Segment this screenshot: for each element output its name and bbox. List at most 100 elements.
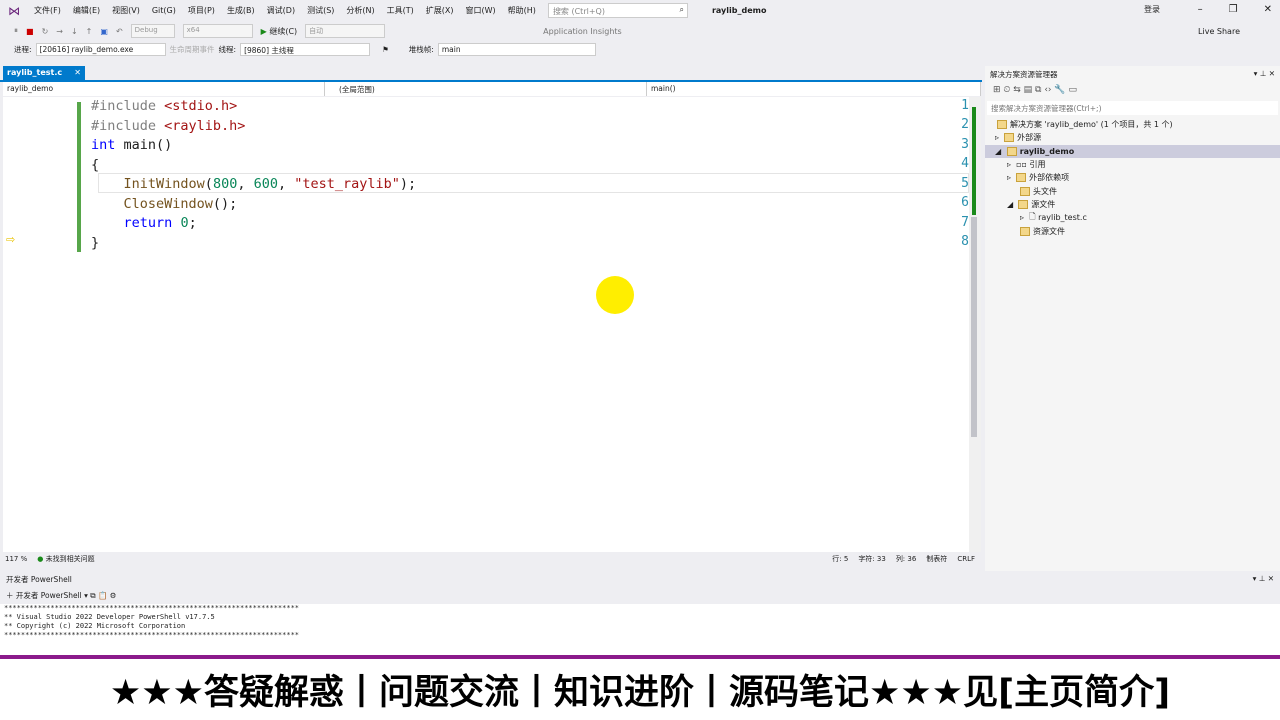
menu-project[interactable]: 项目(P) xyxy=(182,5,221,16)
step-into-icon[interactable]: ↓ xyxy=(71,27,78,36)
menu-test[interactable]: 测试(S) xyxy=(301,5,340,16)
c-file-icon: 🗋 xyxy=(1029,211,1039,221)
terminal-line: ****************************************… xyxy=(4,604,300,612)
change-indicator xyxy=(77,102,81,252)
settings-icon[interactable]: ⚙ xyxy=(110,591,117,600)
continue-button[interactable]: ▶ 继续(C) xyxy=(261,26,298,37)
code-line: #include <raylib.h> xyxy=(91,117,246,134)
menu-build[interactable]: 生成(B) xyxy=(221,5,261,16)
standard-toolbar: ⏸ ■ ↻ → ↓ ↑ ▣ ↶ Debug x64 ▶ 继续(C) 自动 App… xyxy=(0,22,1280,40)
stack-frame-dropdown[interactable]: main xyxy=(437,42,596,56)
project-icon xyxy=(1006,146,1017,156)
line-number: 3 xyxy=(961,137,969,152)
eol-indicator[interactable]: CRLF xyxy=(957,555,975,563)
menu-file[interactable]: 文件(F) xyxy=(28,5,67,16)
live-share-button[interactable]: Live Share xyxy=(1198,27,1240,36)
restore-icon[interactable]: ❐ xyxy=(1229,4,1238,15)
step-out-icon[interactable]: ↑ xyxy=(86,27,93,36)
flag-icon[interactable]: ⚑ xyxy=(382,45,389,54)
config-dropdown[interactable]: Debug xyxy=(130,24,175,38)
close-icon[interactable]: ✕ xyxy=(1264,4,1272,15)
tree-item-solution[interactable]: 解决方案 'raylib_demo' (1 个项目，共 1 个) xyxy=(985,118,1280,131)
menu-edit[interactable]: 编辑(E) xyxy=(67,5,106,16)
filter-folder-icon xyxy=(1020,226,1030,236)
line-number: 5 xyxy=(961,176,969,191)
tree-label: 源文件 xyxy=(1031,199,1056,209)
menu-debug[interactable]: 调试(D) xyxy=(261,5,301,16)
code-line: #include <stdio.h> xyxy=(91,98,238,114)
line-indicator: 行: 5 xyxy=(832,555,849,563)
process-dropdown[interactable]: [20616] raylib_demo.exe xyxy=(35,42,166,56)
scope-dropdown[interactable]: (全局范围) xyxy=(325,82,647,96)
terminal-output[interactable]: ****************************************… xyxy=(0,604,1280,656)
menu-git[interactable]: Git(G) xyxy=(146,6,182,15)
stop-icon[interactable]: ■ xyxy=(26,27,34,36)
line-number: 4 xyxy=(961,156,969,171)
project-dropdown[interactable]: raylib_demo xyxy=(3,82,325,96)
pause-icon[interactable]: ⏸ xyxy=(14,26,18,36)
menu-window[interactable]: 窗口(W) xyxy=(460,5,502,16)
folder-icon xyxy=(1004,133,1015,143)
pin-close-icons[interactable]: ▾ ⊥ ✕ xyxy=(1254,69,1275,80)
menu-analyze[interactable]: 分析(N) xyxy=(340,5,380,16)
platform-dropdown[interactable]: x64 xyxy=(182,24,253,38)
tree-label: raylib_demo xyxy=(1019,146,1075,156)
new-powershell-button[interactable]: 开发者 PowerShell xyxy=(16,591,82,600)
line-number: 8 xyxy=(961,234,969,249)
tree-label: 引用 xyxy=(1029,160,1046,170)
search-input[interactable]: 搜索 (Ctrl+Q) ⌕ xyxy=(547,3,688,18)
tree-item-resources[interactable]: 资源文件 xyxy=(985,224,1280,237)
solution-search-input[interactable]: 搜索解决方案资源管理器(Ctrl+;) xyxy=(987,101,1278,115)
menu-view[interactable]: 视图(V) xyxy=(106,5,146,16)
tree-item-sources[interactable]: ◢ 源文件 xyxy=(985,198,1280,211)
tree-label: 外部依赖项 xyxy=(1029,173,1070,183)
copy-icon[interactable]: ⧉ xyxy=(90,591,95,600)
scroll-thumb[interactable] xyxy=(971,217,977,437)
powershell-toolbar: ＋ 开发者 PowerShell ▾ ⧉ 📋 ⚙ xyxy=(6,591,117,600)
stack-label: 堆栈帧: xyxy=(408,44,434,54)
tree-label: 头文件 xyxy=(1033,186,1057,196)
restart-icon[interactable]: ↻ xyxy=(42,27,49,36)
reference-icon: ▫▫ xyxy=(1016,160,1030,170)
auto-dropdown[interactable]: 自动 xyxy=(305,24,386,38)
filter-folder-icon xyxy=(1018,199,1029,209)
code-editor[interactable]: ⇨ 1 2 3 4 5 6 7 8 #include <stdio.h> #inc… xyxy=(3,97,969,552)
tree-item-external-deps[interactable]: ▹ 外部依赖项 xyxy=(985,171,1280,184)
issues-label: 未找到相关问题 xyxy=(45,555,95,563)
menu-tools[interactable]: 工具(T) xyxy=(381,5,420,16)
code-line: { xyxy=(91,156,100,173)
thread-dropdown[interactable]: [9860] 主线程 xyxy=(240,42,371,56)
insights-button[interactable]: Application Insights xyxy=(543,27,622,36)
debug-location-bar: 进程: [20616] raylib_demo.exe 生命周期事件 线程: [… xyxy=(0,41,1280,57)
function-dropdown[interactable]: main() xyxy=(647,82,981,96)
solution-explorer-toolbar[interactable]: ⊞ ⏲ ⇆ ▤ ⧉ ‹› 🔧 ▭ xyxy=(985,83,1280,101)
menu-help[interactable]: 帮助(H) xyxy=(502,5,542,16)
tab-raylib-test[interactable]: raylib_test.c ✕ xyxy=(3,66,85,80)
paste-icon[interactable]: 📋 xyxy=(98,591,107,600)
tree-item-external-sources[interactable]: ▹ 外部源 xyxy=(985,131,1280,144)
zoom-level[interactable]: 117 % xyxy=(5,555,27,563)
menu-extensions[interactable]: 扩展(X) xyxy=(420,5,460,16)
issues-status[interactable]: ● 未找到相关问题 xyxy=(37,554,94,564)
powershell-title: 开发者 PowerShell xyxy=(6,575,72,584)
login-link[interactable]: 登录 xyxy=(1144,4,1160,15)
minimize-icon[interactable]: – xyxy=(1198,4,1203,15)
tree-label: raylib_test.c xyxy=(1038,213,1087,223)
step-over-icon[interactable]: → xyxy=(56,27,63,36)
solution-explorer-title: 解决方案资源管理器 xyxy=(990,70,1058,79)
tree-item-project[interactable]: ◢ raylib_demo xyxy=(985,144,1280,158)
editor-scrollbar[interactable] xyxy=(969,97,981,552)
undo-icon[interactable]: ↶ xyxy=(116,27,123,36)
add-icon[interactable]: ＋ xyxy=(6,591,14,600)
terminal-line: ** Copyright (c) 2022 Microsoft Corporat… xyxy=(4,622,186,630)
save-icon[interactable]: ▣ xyxy=(100,27,108,36)
line-number: 6 xyxy=(961,195,969,210)
tree-item-references[interactable]: ▹ ▫▫ 引用 xyxy=(985,158,1280,171)
lifecycle-events[interactable]: 生命周期事件 xyxy=(170,44,215,55)
panel-controls-icons[interactable]: ▾ ⊥ ✕ xyxy=(1253,574,1274,584)
search-placeholder: 搜索 (Ctrl+Q) xyxy=(552,7,605,16)
close-tab-icon[interactable]: ✕ xyxy=(74,68,81,78)
tree-item-headers[interactable]: 头文件 xyxy=(985,184,1280,197)
tree-item-raylib-test[interactable]: ▹ 🗋 raylib_test.c xyxy=(985,211,1280,224)
tabs-indicator[interactable]: 制表符 xyxy=(926,554,947,564)
